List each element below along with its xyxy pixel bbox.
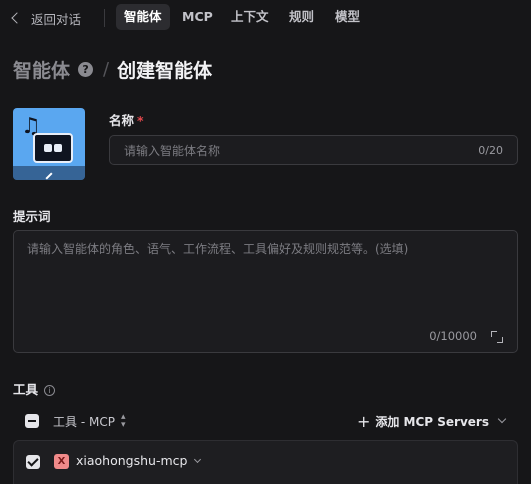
plus-icon: + bbox=[356, 411, 371, 431]
tool-logo-icon: X bbox=[54, 454, 69, 469]
tool-name-text: xiaohongshu-mcp bbox=[76, 453, 188, 468]
tab-rules[interactable]: 规则 bbox=[281, 4, 322, 30]
breadcrumb-separator: / bbox=[103, 58, 110, 80]
name-label: 名称 * bbox=[109, 110, 144, 129]
tab-mcp[interactable]: MCP bbox=[174, 4, 221, 30]
name-input[interactable]: 请输入智能体名称 0/20 bbox=[109, 135, 518, 165]
prompt-label: 提示词 bbox=[13, 209, 51, 224]
help-icon[interactable]: ? bbox=[78, 61, 94, 77]
tab-models[interactable]: 模型 bbox=[327, 4, 368, 30]
robot-eye bbox=[44, 144, 52, 152]
tools-label: 工具 i bbox=[13, 379, 56, 398]
pencil-icon bbox=[45, 172, 53, 180]
chevron-left-icon bbox=[11, 12, 23, 24]
top-navigation: 返回对话 智能体 MCP 上下文 规则 模型 bbox=[0, 0, 531, 36]
tools-table-header: 工具 - MCP ▴ ▾ + 添加 MCP Servers bbox=[25, 411, 507, 431]
name-placeholder: 请输入智能体名称 bbox=[124, 143, 221, 158]
prompt-char-counter: 0/10000 bbox=[429, 329, 477, 343]
tool-row[interactable]: X xiaohongshu-mcp bbox=[13, 440, 518, 484]
page-title: 创建智能体 bbox=[117, 59, 213, 82]
robot-eye bbox=[54, 144, 62, 152]
agent-avatar[interactable]: ♫ bbox=[13, 108, 85, 180]
robot-face-icon bbox=[33, 133, 73, 163]
tool-checkbox[interactable] bbox=[26, 455, 40, 469]
tab-context[interactable]: 上下文 bbox=[223, 4, 277, 30]
select-all-checkbox[interactable] bbox=[25, 414, 39, 428]
back-label: 返回对话 bbox=[31, 11, 82, 27]
name-char-counter: 0/20 bbox=[478, 143, 503, 157]
tools-label-text: 工具 bbox=[13, 382, 39, 397]
tool-name[interactable]: xiaohongshu-mcp bbox=[76, 453, 202, 468]
avatar-edit-overlay[interactable] bbox=[13, 166, 85, 180]
info-icon[interactable]: i bbox=[44, 385, 56, 396]
chevron-down-icon bbox=[194, 455, 202, 463]
required-mark: * bbox=[137, 113, 144, 128]
expand-icon[interactable] bbox=[491, 331, 503, 343]
add-mcp-servers-button[interactable]: + 添加 MCP Servers bbox=[356, 411, 507, 431]
name-label-text: 名称 bbox=[109, 113, 135, 128]
prompt-placeholder: 请输入智能体的角色、语气、工作流程、工具偏好及规则规范等。(选填) bbox=[27, 242, 409, 256]
add-mcp-label: 添加 MCP Servers bbox=[375, 414, 489, 429]
back-to-chat-button[interactable]: 返回对话 bbox=[11, 8, 81, 28]
tab-agents[interactable]: 智能体 bbox=[116, 4, 170, 30]
tools-column-header[interactable]: 工具 - MCP bbox=[53, 413, 115, 430]
prompt-textarea[interactable]: 请输入智能体的角色、语气、工作流程、工具偏好及规则规范等。(选填) 0/1000… bbox=[13, 230, 518, 353]
breadcrumb-agents[interactable]: 智能体 bbox=[13, 56, 70, 83]
divider bbox=[104, 9, 105, 27]
chevron-down-icon bbox=[497, 414, 507, 424]
sort-icon[interactable]: ▴ ▾ bbox=[121, 413, 126, 430]
breadcrumb: 智能体 ? / 创建智能体 bbox=[13, 56, 212, 82]
